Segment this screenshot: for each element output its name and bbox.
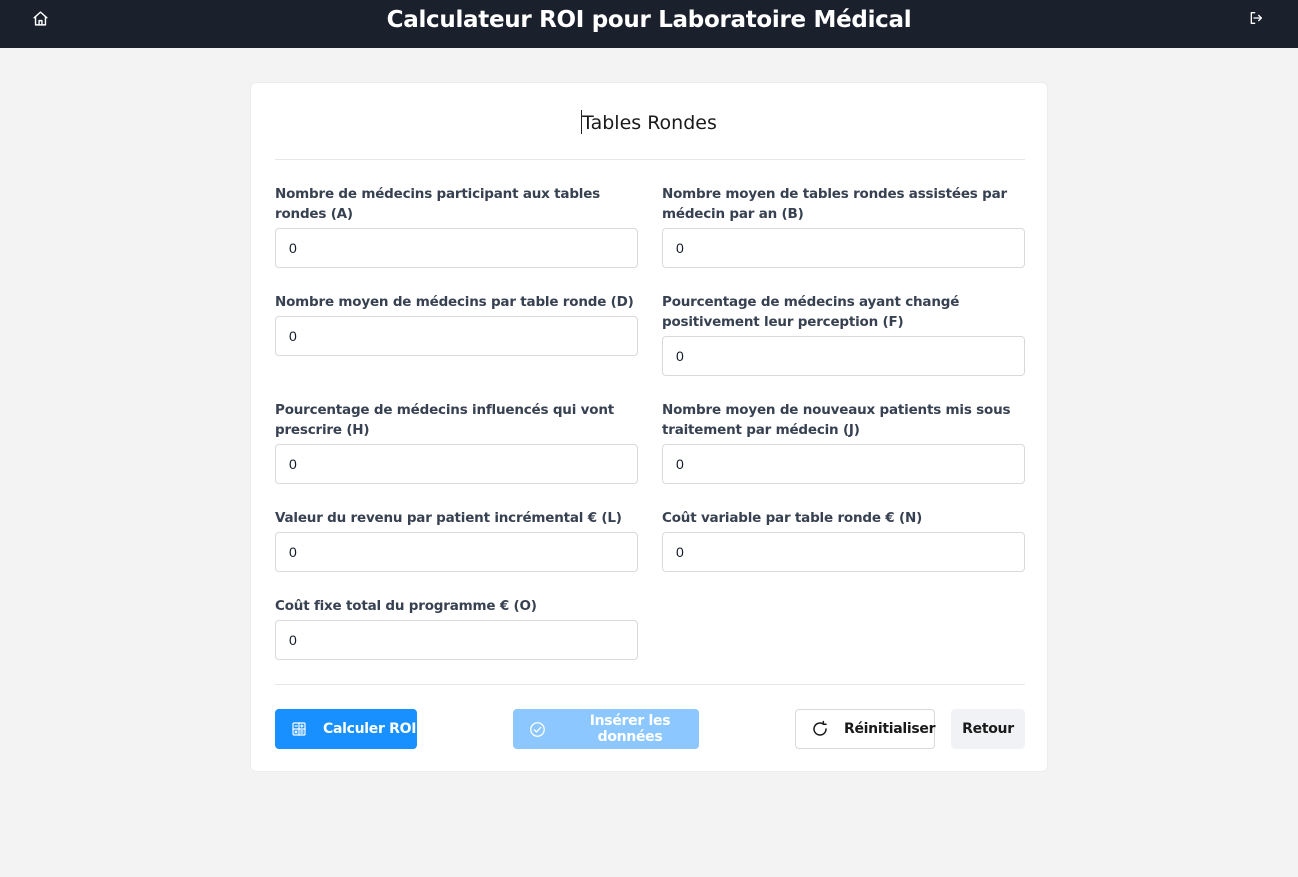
card-title-wrapper: Tables Rondes [251, 110, 1047, 134]
field-prescription: Pourcentage de médecins influencés qui v… [275, 400, 638, 484]
top-divider [275, 159, 1025, 160]
bottom-divider [275, 684, 1025, 685]
home-button[interactable] [30, 8, 50, 28]
check-circle-icon [529, 721, 546, 738]
field-label: Pourcentage de médecins influencés qui v… [275, 402, 614, 438]
field-label: Nombre moyen de nouveaux patients mis so… [662, 402, 1011, 438]
field-tables-par-medecin: Nombre moyen de tables rondes assistées … [662, 184, 1025, 268]
field-cout-fixe: Coût fixe total du programme € (O) [275, 596, 638, 660]
field-nouveaux-patients: Nombre moyen de nouveaux patients mis so… [662, 400, 1025, 484]
tables-par-medecin-input[interactable] [662, 228, 1025, 268]
logout-button[interactable] [1246, 8, 1266, 28]
insert-data-button[interactable]: Insérer les données [513, 709, 699, 749]
back-label: Retour [962, 721, 1014, 737]
back-button[interactable]: Retour [951, 709, 1025, 749]
field-label: Nombre moyen de tables rondes assistées … [662, 186, 1007, 222]
cout-variable-input[interactable] [662, 532, 1025, 572]
field-label: Valeur du revenu par patient incrémental… [275, 510, 622, 526]
field-cout-variable: Coût variable par table ronde € (N) [662, 508, 1025, 572]
field-perception: Pourcentage de médecins ayant changé pos… [662, 292, 1025, 376]
field-label: Pourcentage de médecins ayant changé pos… [662, 294, 960, 330]
card-title: Tables Rondes [582, 112, 717, 134]
top-navigation-bar: Calculateur ROI pour Laboratoire Médical [0, 0, 1298, 48]
nouveaux-patients-input[interactable] [662, 444, 1025, 484]
medecins-participants-input[interactable] [275, 228, 638, 268]
app-title: Calculateur ROI pour Laboratoire Médical [386, 7, 912, 33]
field-medecins-participants: Nombre de médecins participant aux table… [275, 184, 638, 268]
field-label: Coût fixe total du programme € (O) [275, 598, 537, 614]
perception-input[interactable] [662, 336, 1025, 376]
logout-icon [1250, 12, 1262, 24]
insert-data-label: Insérer les données [589, 713, 671, 745]
medecins-par-table-input[interactable] [275, 316, 638, 356]
prescription-input[interactable] [275, 444, 638, 484]
calculator-icon [291, 721, 307, 737]
calculate-roi-button[interactable]: Calculer ROI [275, 709, 417, 749]
field-label: Coût variable par table ronde € (N) [662, 510, 923, 526]
reset-button[interactable]: Réinitialiser [795, 709, 936, 749]
calculate-roi-label: Calculer ROI [323, 721, 417, 737]
field-medecins-par-table: Nombre moyen de médecins par table ronde… [275, 292, 638, 356]
revenu-patient-input[interactable] [275, 532, 638, 572]
cout-fixe-input[interactable] [275, 620, 638, 660]
reset-label: Réinitialiser [844, 721, 936, 737]
field-label: Nombre de médecins participant aux table… [275, 186, 601, 222]
home-icon [32, 10, 48, 26]
reload-icon [811, 720, 829, 738]
field-revenu-patient: Valeur du revenu par patient incrémental… [275, 508, 638, 572]
form-card: Tables Rondes Nombre de médecins partici… [250, 82, 1048, 772]
field-label: Nombre moyen de médecins par table ronde… [275, 294, 634, 310]
